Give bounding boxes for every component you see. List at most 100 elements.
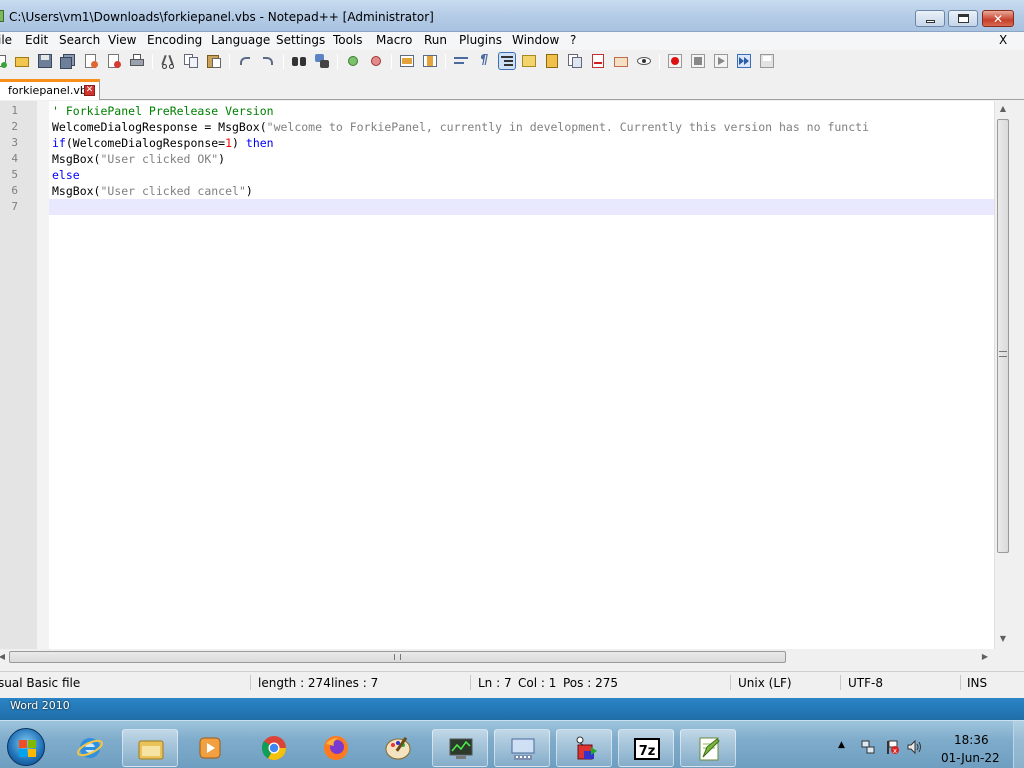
menu-plugins[interactable]: Plugins xyxy=(459,33,502,47)
copy-icon[interactable] xyxy=(183,53,199,69)
desktop-icon-label-word[interactable]: Word 2010 xyxy=(10,699,70,712)
taskbar-task-manager[interactable] xyxy=(432,729,488,767)
zoom-in-icon[interactable] xyxy=(345,53,361,69)
paste-icon[interactable] xyxy=(206,53,222,69)
save-macro-icon[interactable] xyxy=(759,53,775,69)
code-text-area[interactable]: ' ForkiePanel PreRelease Version WelcomeD… xyxy=(52,103,992,643)
taskbar-notepad-plus-plus[interactable] xyxy=(680,729,736,767)
user-defined-language-icon[interactable] xyxy=(521,53,537,69)
close-icon[interactable] xyxy=(83,53,99,69)
run-macro-multiple-times-icon[interactable] xyxy=(736,53,752,69)
status-encoding[interactable]: UTF-8 xyxy=(848,676,883,690)
code-line[interactable]: ' ForkiePanel PreRelease Version xyxy=(52,103,274,119)
code-token-ident: ) xyxy=(245,184,253,198)
menu-file[interactable]: ile xyxy=(0,33,12,47)
code-line[interactable]: else xyxy=(52,167,80,183)
menu-bar: ile Edit Search View Encoding Language S… xyxy=(0,32,1024,50)
menu-edit[interactable]: Edit xyxy=(25,33,48,47)
redo-icon[interactable] xyxy=(260,53,276,69)
clock-time[interactable]: 18:36 xyxy=(954,733,989,747)
start-button[interactable] xyxy=(7,728,45,766)
code-token-ident: ) xyxy=(232,136,246,150)
horizontal-scrollbar[interactable]: ◀ ▶ xyxy=(0,649,994,665)
notepad-plus-plus-app-icon[interactable] xyxy=(0,10,4,22)
taskbar-internet-explorer[interactable] xyxy=(62,729,118,767)
code-line[interactable]: MsgBox("User clicked OK") xyxy=(52,151,225,167)
code-line[interactable]: MsgBox("User clicked cancel") xyxy=(52,183,253,199)
code-line[interactable]: WelcomeDialogResponse = MsgBox("welcome … xyxy=(52,119,869,135)
scroll-up-arrow-icon[interactable]: ▲ xyxy=(995,104,1011,113)
minimize-button[interactable] xyxy=(915,10,945,27)
eye-icon[interactable] xyxy=(636,53,652,69)
internet-explorer-icon xyxy=(77,738,103,758)
new-file-icon[interactable] xyxy=(0,53,8,69)
sync-vertical-scroll-icon[interactable] xyxy=(399,53,415,69)
menu-encoding[interactable]: Encoding xyxy=(147,33,202,47)
network-icon xyxy=(861,740,875,754)
zoom-out-icon[interactable] xyxy=(368,53,384,69)
tab-forkiepanel-vbs[interactable]: forkiepanel.vbs ✕ xyxy=(0,79,100,100)
menu-settings[interactable]: Settings xyxy=(276,33,325,47)
status-insert-mode[interactable]: INS xyxy=(967,676,987,690)
document-map-icon[interactable] xyxy=(544,53,560,69)
menu-macro[interactable]: Macro xyxy=(376,33,412,47)
word-wrap-icon[interactable] xyxy=(453,53,469,69)
save-icon[interactable] xyxy=(37,53,53,69)
find-icon[interactable] xyxy=(291,53,307,69)
taskbar-media-player[interactable] xyxy=(182,729,238,767)
code-line[interactable]: if(WelcomeDialogResponse=1) then xyxy=(52,135,274,151)
maximize-button[interactable] xyxy=(948,10,978,27)
close-window-button[interactable]: ✕ xyxy=(982,10,1014,27)
taskbar-windows-explorer[interactable] xyxy=(122,729,178,767)
action-center-icon[interactable]: x xyxy=(884,739,900,755)
notepad-plus-plus-window: C:\Users\vm1\Downloads\forkiepanel.vbs -… xyxy=(0,0,1024,698)
cut-icon[interactable] xyxy=(160,53,176,69)
vertical-scroll-thumb[interactable] xyxy=(997,119,1009,553)
taskbar-7-zip[interactable]: 7z xyxy=(618,729,674,767)
code-token-ident: MsgBox( xyxy=(52,184,101,198)
save-all-icon[interactable] xyxy=(60,53,76,69)
clock-date[interactable]: 01-Jun-22 xyxy=(941,751,1000,765)
indent-guide-icon[interactable] xyxy=(498,52,516,70)
tab-close-icon[interactable]: ✕ xyxy=(84,85,95,96)
taskbar-paint[interactable] xyxy=(370,729,426,767)
horizontal-scroll-thumb[interactable] xyxy=(9,651,786,663)
taskbar-firefox[interactable] xyxy=(308,729,364,767)
volume-icon[interactable] xyxy=(906,739,922,755)
close-all-icon[interactable] xyxy=(106,53,122,69)
close-document-button[interactable]: X xyxy=(999,33,1007,47)
code-editor[interactable]: 1 2 3 4 5 6 7 ' ForkiePanel PreRelease V… xyxy=(0,101,1010,649)
status-separator xyxy=(840,675,841,690)
stop-recording-icon[interactable] xyxy=(690,53,706,69)
undo-icon[interactable] xyxy=(237,53,253,69)
menu-view[interactable]: View xyxy=(108,33,136,47)
function-list-icon[interactable] xyxy=(567,53,583,69)
taskbar-app-cube[interactable] xyxy=(556,729,612,767)
scroll-down-arrow-icon[interactable]: ▼ xyxy=(995,634,1011,643)
show-desktop-button[interactable] xyxy=(1013,721,1024,768)
print-icon[interactable] xyxy=(129,53,145,69)
replace-icon[interactable] xyxy=(314,53,330,69)
open-file-icon[interactable] xyxy=(14,53,30,69)
folder-as-workspace-icon[interactable] xyxy=(590,53,606,69)
playback-macro-icon[interactable] xyxy=(713,53,729,69)
taskbar-on-screen-keyboard[interactable] xyxy=(494,729,550,767)
taskbar-chrome[interactable] xyxy=(246,729,302,767)
vertical-scrollbar[interactable]: ▲ ▼ xyxy=(994,101,1010,649)
title-bar[interactable]: C:\Users\vm1\Downloads\forkiepanel.vbs -… xyxy=(0,0,1024,32)
network-icon[interactable] xyxy=(860,739,876,755)
status-eol-format[interactable]: Unix (LF) xyxy=(738,676,792,690)
scroll-right-arrow-icon[interactable]: ▶ xyxy=(977,652,993,661)
menu-tools[interactable]: Tools xyxy=(333,33,363,47)
menu-run[interactable]: Run xyxy=(424,33,447,47)
record-macro-icon[interactable] xyxy=(667,53,683,69)
monitoring-icon[interactable] xyxy=(613,53,629,69)
menu-window[interactable]: Window xyxy=(512,33,559,47)
show-all-characters-icon[interactable]: ¶ xyxy=(476,53,492,69)
menu-search[interactable]: Search xyxy=(59,33,100,47)
sync-horizontal-scroll-icon[interactable] xyxy=(422,53,438,69)
menu-help[interactable]: ? xyxy=(570,33,576,47)
show-hidden-icons-button[interactable]: ▲ xyxy=(838,740,845,750)
menu-language[interactable]: Language xyxy=(211,33,270,47)
fold-margin[interactable] xyxy=(37,101,49,649)
